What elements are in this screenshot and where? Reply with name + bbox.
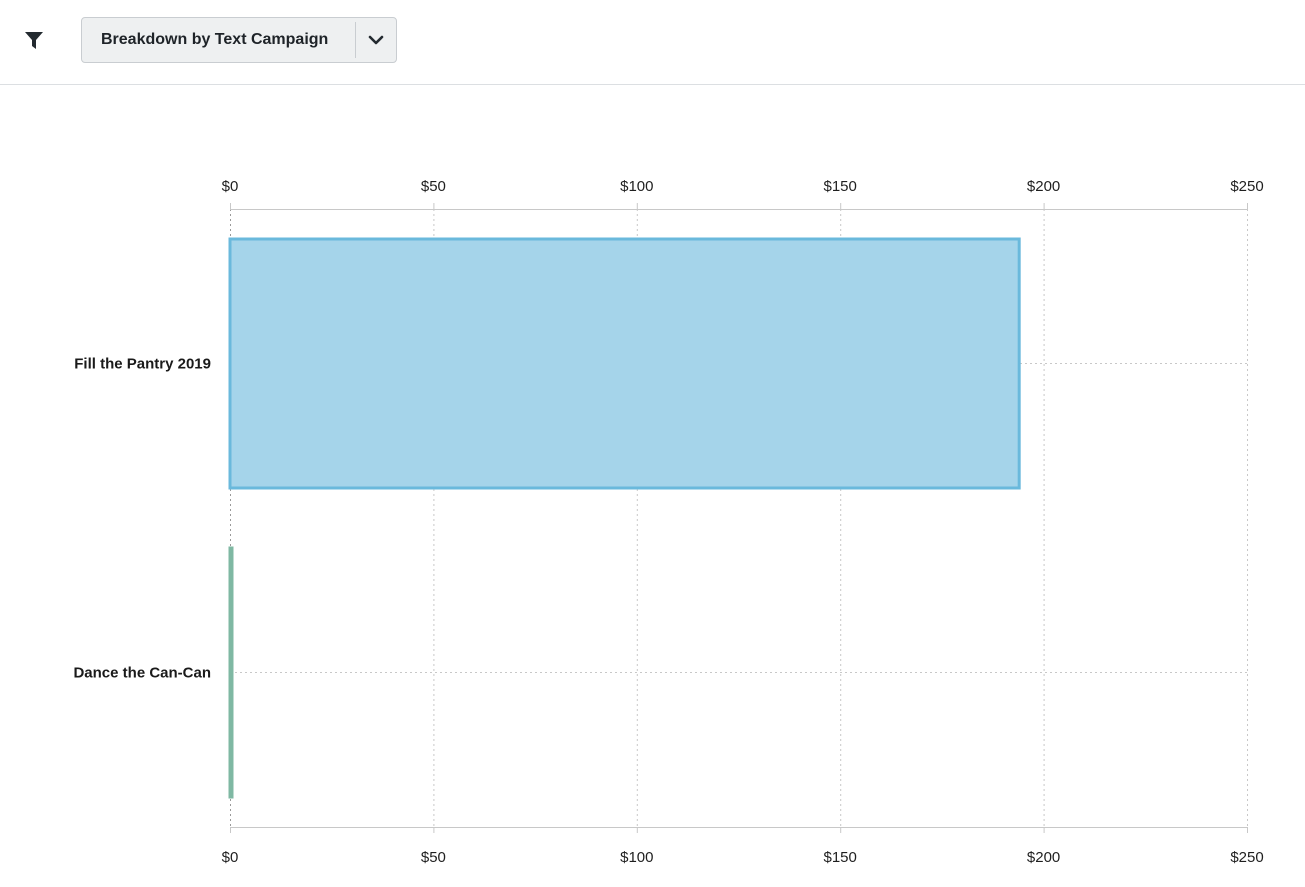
bar-chart: $0 $0 $50 $50 $100 $100 $150 $150 $200 $200 $250 $2… — [73, 178, 1263, 866]
breakdown-dropdown-label: Breakdown by Text Campaign — [101, 31, 329, 48]
bars — [228, 237, 1021, 799]
chevron-down-icon[interactable] — [356, 18, 396, 62]
category-label: Fill the Pantry 2019 — [74, 356, 211, 373]
bottom-tick-label: $50 — [421, 849, 446, 866]
top-tick-label: $200 — [1027, 178, 1060, 195]
top-tick-label: $250 — [1230, 178, 1263, 195]
top-tick-label: $0 — [222, 178, 239, 195]
bottom-tick-label: $100 — [620, 849, 653, 866]
category-label: Dance the Can-Can — [73, 665, 211, 682]
bottom-tick-label: $0 — [222, 849, 239, 866]
bottom-tick-label: $200 — [1027, 849, 1060, 866]
top-tick-label: $100 — [620, 178, 653, 195]
top-tick-label: $150 — [824, 178, 857, 195]
bar-dance-the-can-can[interactable] — [228, 546, 234, 799]
bottom-tick-label: $250 — [1230, 849, 1263, 866]
bar-fill-the-pantry-2019[interactable] — [228, 237, 1021, 490]
filter-icon[interactable] — [24, 31, 44, 51]
top-tick-label: $50 — [421, 178, 446, 195]
breakdown-dropdown[interactable]: Breakdown by Text Campaign — [81, 17, 397, 63]
bottom-tick-label: $150 — [824, 849, 857, 866]
toolbar: Breakdown by Text Campaign — [0, 0, 1305, 85]
